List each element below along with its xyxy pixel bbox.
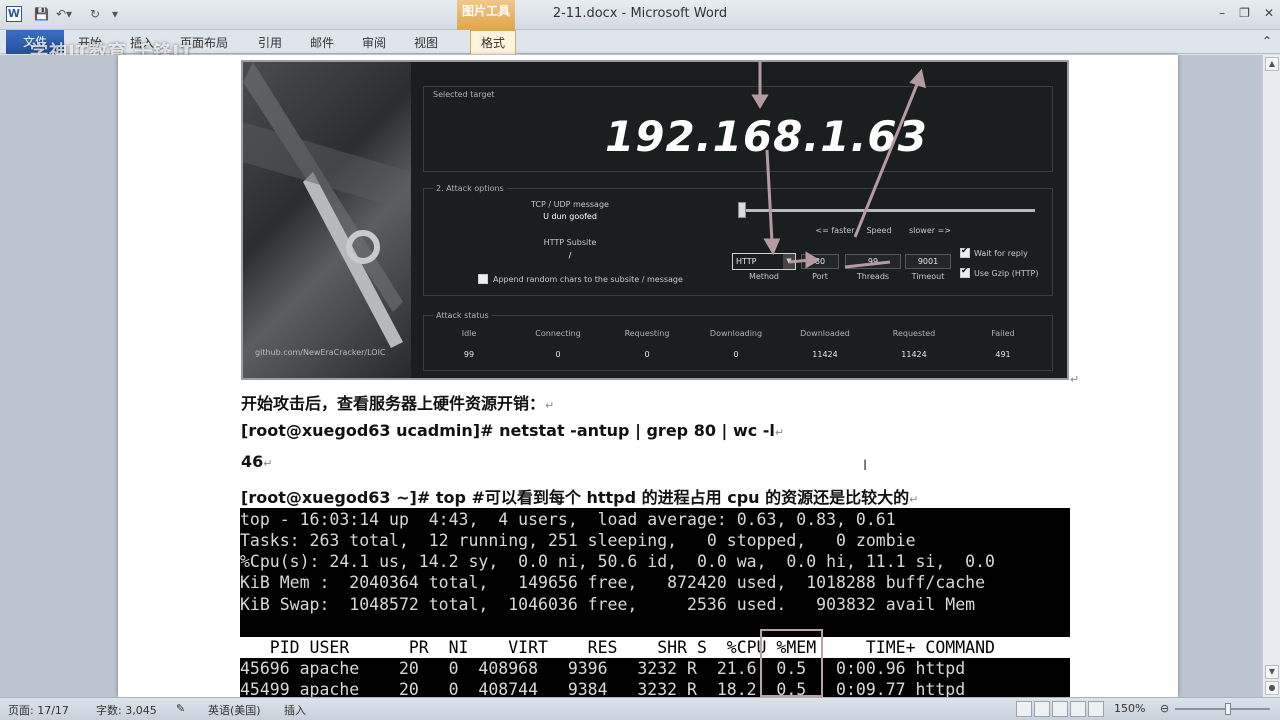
top-cpu-line: %Cpu(s): 24.1 us, 14.2 sy, 0.0 ni, 50.6 …	[240, 552, 995, 571]
loic-panel: Selected target 192.168.1.63 2. Attack o…	[415, 62, 1065, 378]
status-bar: 页面: 17/17 字数: 3,045 ✎ 英语(美国) 插入 150% ⊖	[0, 697, 1280, 720]
loic-screenshot-image[interactable]: github.com/NewEraCracker/LOIC Selected t…	[241, 60, 1069, 380]
top-process-row: 45696 apache 20 0 408968 9396 3232 R 21.…	[240, 659, 966, 678]
draft-icon[interactable]	[1088, 701, 1104, 717]
scroll-down-icon[interactable]: ▼	[1265, 665, 1279, 679]
web-layout-icon[interactable]	[1052, 701, 1068, 717]
full-screen-reading-icon[interactable]	[1034, 701, 1050, 717]
proofing-icon[interactable]: ✎	[176, 702, 185, 715]
loic-wrench-artwork: github.com/NewEraCracker/LOIC	[243, 62, 411, 378]
document-title: 2-11.docx - Microsoft Word	[552, 6, 728, 21]
scroll-up-icon[interactable]: ▲	[1265, 57, 1279, 71]
annotation-arrows	[751, 62, 927, 269]
word-count[interactable]: 字数: 3,045	[96, 702, 157, 718]
top-swap-line: KiB Swap: 1048572 total, 1046036 free, 2…	[240, 595, 986, 614]
tab-review[interactable]: 审阅	[362, 34, 386, 51]
language-indicator[interactable]: 英语(美国)	[208, 702, 261, 718]
top-output-image[interactable]: top - 16:03:14 up 4:43, 4 users, load av…	[240, 508, 1070, 697]
insert-mode[interactable]: 插入	[284, 702, 306, 718]
doc-line-1[interactable]: 开始攻击后，查看服务器上硬件资源开销：↵	[241, 390, 554, 414]
page-count[interactable]: 页面: 17/17	[8, 702, 69, 718]
browse-object-icon[interactable]: ●	[1265, 681, 1279, 695]
doc-line-2[interactable]: [root@xuegod63 ucadmin]# netstat -antup …	[241, 421, 784, 440]
tab-view[interactable]: 视图	[414, 34, 438, 51]
zoom-slider-thumb[interactable]	[1225, 703, 1231, 715]
document-page[interactable]: github.com/NewEraCracker/LOIC Selected t…	[118, 55, 1178, 697]
title-bar: W 💾 ↶▾ ↻ ▾ 图片工具 2-11.docx - Microsoft Wo…	[0, 0, 1280, 30]
zoom-level[interactable]: 150%	[1114, 702, 1145, 715]
ribbon-collapse-icon[interactable]: ⌃	[1262, 34, 1272, 48]
top-table-header: PID USER PR NI VIRT RES SHR S %CPU %MEM …	[240, 637, 1070, 658]
outline-icon[interactable]	[1070, 701, 1086, 717]
paragraph-mark: ↵	[1070, 373, 1080, 386]
tab-references[interactable]: 引用	[258, 34, 282, 51]
doc-line-3[interactable]: 46↵	[241, 452, 272, 471]
zoom-out-icon[interactable]: ⊖	[1160, 702, 1169, 715]
top-mem-line: KiB Mem : 2040364 total, 149656 free, 87…	[240, 573, 986, 592]
cpu-column-highlight	[760, 629, 823, 697]
ibeam-cursor-icon: I	[863, 458, 868, 474]
print-layout-icon[interactable]	[1016, 701, 1032, 717]
tab-mailings[interactable]: 邮件	[310, 34, 334, 51]
top-tasks-line: Tasks: 263 total, 12 running, 251 sleepi…	[240, 531, 916, 550]
zoom-slider-track[interactable]	[1175, 708, 1270, 710]
top-process-row: 45499 apache 20 0 408744 9384 3232 R 18.…	[240, 680, 966, 697]
tab-format[interactable]: 格式	[470, 30, 517, 54]
github-link: github.com/NewEraCracker/LOIC	[255, 348, 386, 357]
restore-button[interactable]: ❐	[1239, 6, 1250, 20]
top-summary-line: top - 16:03:14 up 4:43, 4 users, load av…	[240, 510, 896, 529]
document-canvas: github.com/NewEraCracker/LOIC Selected t…	[0, 55, 1280, 697]
close-button[interactable]: ✕	[1264, 6, 1274, 20]
doc-line-4[interactable]: [root@xuegod63 ~]# top #可以看到每个 httpd 的进程…	[241, 484, 918, 508]
minimize-button[interactable]: –	[1219, 6, 1225, 20]
vertical-scrollbar[interactable]: ▲ ▼ ●	[1262, 55, 1280, 697]
